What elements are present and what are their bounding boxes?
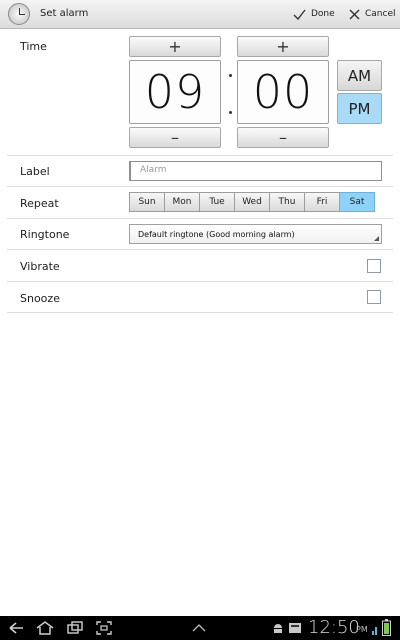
divider xyxy=(7,218,393,219)
vibrate-label: Vibrate xyxy=(20,260,60,273)
vibrate-checkbox[interactable] xyxy=(367,259,381,273)
time-separator xyxy=(226,74,234,114)
time-label: Time xyxy=(20,40,47,53)
status-clock: 12:50 xyxy=(308,617,360,638)
recent-apps-icon[interactable] xyxy=(66,620,84,636)
minute-display[interactable]: 00 xyxy=(237,60,329,124)
sd-card-icon xyxy=(289,623,301,633)
snooze-label: Snooze xyxy=(20,292,60,305)
hour-display[interactable]: 09 xyxy=(129,60,221,124)
done-label: Done xyxy=(311,9,335,19)
cancel-label: Cancel xyxy=(365,9,396,19)
repeat-label: Repeat xyxy=(20,197,59,210)
day-tue-button[interactable]: Tue xyxy=(199,192,235,212)
am-button[interactable]: AM xyxy=(337,60,382,91)
hour-decrement-button[interactable]: – xyxy=(129,127,221,148)
day-sat-button[interactable]: Sat xyxy=(339,192,375,212)
system-bar: 12:50 PM xyxy=(0,616,400,640)
up-arrow-icon[interactable] xyxy=(192,624,206,632)
ringtone-select[interactable]: Default ringtone (Good morning alarm) xyxy=(129,224,382,244)
battery-icon xyxy=(382,619,391,636)
day-wed-button[interactable]: Wed xyxy=(234,192,270,212)
minute-increment-button[interactable]: + xyxy=(237,36,329,57)
android-icon xyxy=(274,624,282,633)
checkmark-icon xyxy=(293,9,306,20)
day-mon-button[interactable]: Mon xyxy=(164,192,200,212)
pm-button[interactable]: PM xyxy=(337,93,382,124)
divider xyxy=(7,312,393,313)
cancel-button[interactable]: Cancel xyxy=(349,5,396,23)
day-fri-button[interactable]: Fri xyxy=(304,192,340,212)
title-bar: Set alarm Done Cancel xyxy=(0,0,400,29)
signal-icon xyxy=(372,627,377,635)
alarm-clock-icon xyxy=(8,3,30,25)
done-button[interactable]: Done xyxy=(293,5,335,23)
back-icon[interactable] xyxy=(8,620,26,636)
day-sun-button[interactable]: Sun xyxy=(129,192,165,212)
page-title: Set alarm xyxy=(40,8,89,19)
divider xyxy=(7,155,393,156)
snooze-checkbox[interactable] xyxy=(367,290,381,304)
minute-decrement-button[interactable]: – xyxy=(237,127,329,148)
repeat-days: Sun Mon Tue Wed Thu Fri Sat xyxy=(129,192,375,212)
divider xyxy=(7,281,393,282)
close-icon xyxy=(349,9,360,19)
home-icon[interactable] xyxy=(35,620,55,636)
divider xyxy=(7,186,393,187)
dropdown-corner-icon xyxy=(374,236,379,241)
ringtone-value: Default ringtone (Good morning alarm) xyxy=(138,230,295,239)
screenshot-icon[interactable] xyxy=(95,620,113,636)
label-input[interactable]: Alarm xyxy=(129,161,382,181)
label-label: Label xyxy=(20,165,50,178)
ringtone-label: Ringtone xyxy=(20,228,70,241)
status-clock-ampm: PM xyxy=(356,625,368,634)
day-thu-button[interactable]: Thu xyxy=(269,192,305,212)
hour-increment-button[interactable]: + xyxy=(129,36,221,57)
divider xyxy=(7,249,393,250)
